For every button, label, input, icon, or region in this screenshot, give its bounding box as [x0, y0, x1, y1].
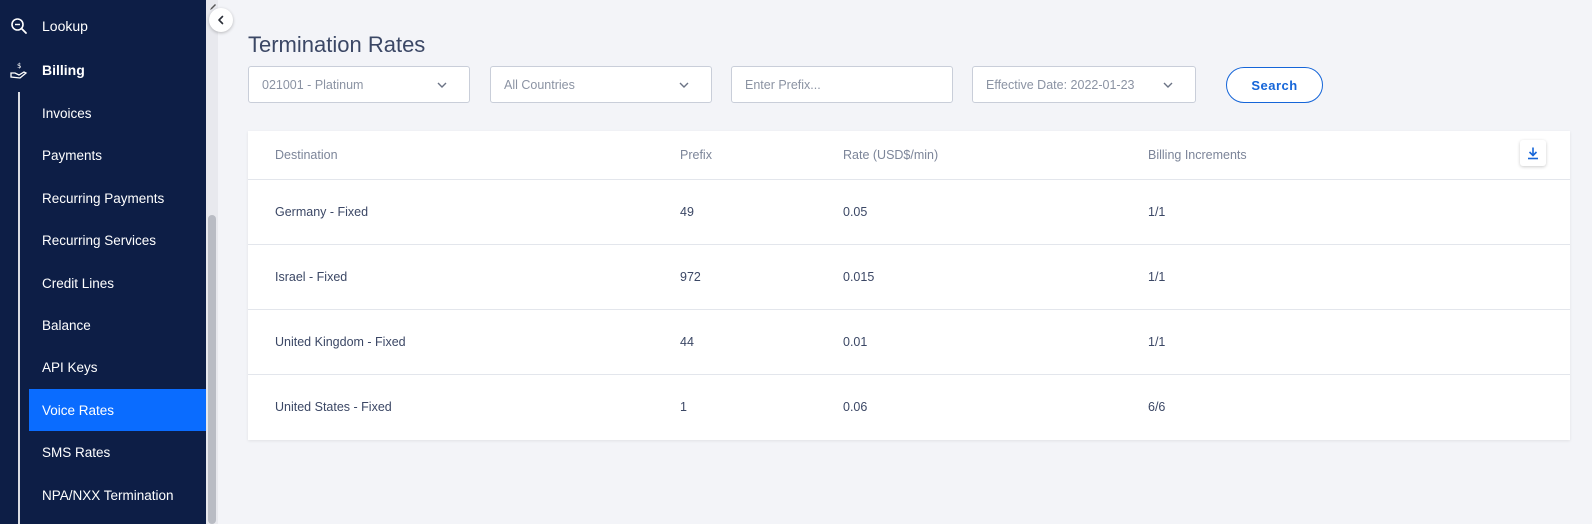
prefix-input[interactable]	[745, 77, 935, 92]
svg-text:$: $	[17, 62, 21, 70]
column-header-rate[interactable]: Rate (USD$/min)	[843, 148, 938, 162]
chevron-down-icon	[1163, 82, 1173, 88]
sidebar-item-label: SMS Rates	[42, 444, 111, 460]
sidebar-item-sms-rates[interactable]: SMS Rates	[29, 431, 206, 473]
rates-table: Destination Prefix Rate (USD$/min) Billi…	[248, 131, 1570, 440]
cell-billing-increments: 1/1	[1148, 205, 1166, 219]
search-magnify-icon	[10, 17, 28, 35]
sidebar-item-npa-nxx-termination[interactable]: NPA/NXX Termination	[29, 474, 206, 516]
sidebar-item-payments[interactable]: Payments	[29, 134, 206, 176]
country-select-value: All Countries	[504, 77, 575, 92]
cell-prefix: 49	[680, 205, 694, 219]
cell-destination: Israel - Fixed	[275, 270, 348, 284]
sidebar-item-label: Voice Rates	[42, 402, 115, 418]
cell-destination: United States - Fixed	[275, 400, 392, 414]
chevron-down-icon	[437, 82, 447, 88]
search-button[interactable]: Search	[1226, 67, 1323, 103]
page-title: Termination Rates	[248, 32, 426, 57]
country-select[interactable]: All Countries	[490, 66, 712, 103]
effective-date-select[interactable]: Effective Date: 2022-01-23	[972, 66, 1196, 103]
sidebar-item-label: Balance	[42, 317, 91, 333]
cell-billing-increments: 6/6	[1148, 400, 1166, 414]
plan-select[interactable]: 021001 - Platinum	[248, 66, 470, 103]
column-header-destination[interactable]: Destination	[275, 148, 338, 162]
table-row[interactable]: Germany - Fixed 49 0.05 1/1	[248, 179, 1570, 244]
sidebar-item-billing[interactable]: $ Billing	[0, 55, 206, 85]
sidebar-item-invoices[interactable]: Invoices	[29, 92, 206, 134]
cell-prefix: 44	[680, 335, 694, 349]
cell-prefix: 972	[680, 270, 701, 284]
sidebar-scrollbar-thumb[interactable]	[208, 215, 216, 524]
sidebar-item-label: Credit Lines	[42, 275, 115, 291]
prefix-field[interactable]	[731, 66, 953, 103]
billing-hand-icon: $	[10, 61, 28, 79]
sidebar-item-label: Recurring Payments	[42, 190, 165, 206]
sidebar-collapse-button[interactable]	[209, 8, 233, 32]
sidebar: Lookup $ Billing Invoices Payments Recur…	[0, 0, 206, 524]
cell-billing-increments: 1/1	[1148, 270, 1166, 284]
sidebar-item-recurring-services[interactable]: Recurring Services	[29, 219, 206, 261]
cell-rate: 0.015	[843, 270, 875, 284]
sidebar-item-label: NPA/NXX Termination	[42, 487, 174, 503]
cell-billing-increments: 1/1	[1148, 335, 1166, 349]
sidebar-item-label: Billing	[42, 62, 85, 78]
sidebar-item-api-keys[interactable]: API Keys	[29, 346, 206, 388]
cell-destination: United Kingdom - Fixed	[275, 335, 406, 349]
table-row[interactable]: United States - Fixed 1 0.06 6/6	[248, 374, 1570, 439]
sidebar-item-voice-rates[interactable]: Voice Rates	[29, 389, 206, 431]
download-button[interactable]	[1520, 140, 1546, 166]
chevron-left-icon	[218, 15, 224, 25]
table-row[interactable]: Israel - Fixed 972 0.015 1/1	[248, 244, 1570, 309]
effective-date-value: Effective Date: 2022-01-23	[986, 77, 1135, 92]
sidebar-item-lookup[interactable]: Lookup	[0, 11, 206, 41]
submenu-rail	[18, 92, 20, 524]
sidebar-item-label: Lookup	[42, 18, 88, 34]
sidebar-item-balance[interactable]: Balance	[29, 304, 206, 346]
download-icon	[1528, 147, 1538, 160]
cell-prefix: 1	[680, 400, 687, 414]
sidebar-item-recurring-payments[interactable]: Recurring Payments	[29, 177, 206, 219]
cell-destination: Germany - Fixed	[275, 205, 369, 219]
sidebar-item-label: Invoices	[42, 105, 92, 121]
sidebar-item-label: API Keys	[42, 359, 98, 375]
sidebar-item-credit-lines[interactable]: Credit Lines	[29, 262, 206, 304]
chevron-down-icon	[679, 82, 689, 88]
sidebar-item-label: Recurring Services	[42, 232, 157, 248]
table-row[interactable]: United Kingdom - Fixed 44 0.01 1/1	[248, 309, 1570, 374]
cell-rate: 0.05	[843, 205, 868, 219]
cell-rate: 0.01	[843, 335, 868, 349]
column-header-billing-increments[interactable]: Billing Increments	[1148, 148, 1247, 162]
column-header-prefix[interactable]: Prefix	[680, 148, 712, 162]
cell-rate: 0.06	[843, 400, 868, 414]
sidebar-item-label: Payments	[42, 147, 103, 163]
plan-select-value: 021001 - Platinum	[262, 77, 364, 92]
